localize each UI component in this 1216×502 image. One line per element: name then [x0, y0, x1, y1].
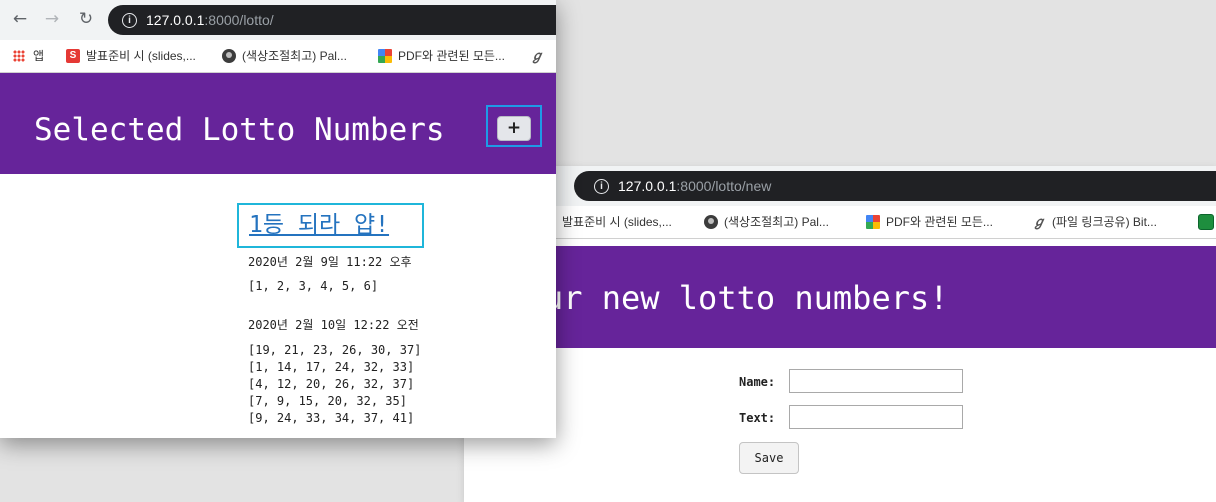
- post-title-highlight: 1등 되라 얍!: [237, 203, 424, 248]
- address-bar: ← → ↻ i 127.0.0.1:8000/lotto/: [0, 0, 556, 40]
- extension-icon: [1198, 213, 1214, 230]
- bookmark-link-share[interactable]: ℊ (파일 링크공유) Bit...: [1032, 213, 1157, 230]
- pdf-tools-icon: [866, 214, 880, 229]
- entry-date: 2020년 2월 9일 11:22 오후: [248, 255, 412, 269]
- number-list: [1, 2, 3, 4, 5, 6]: [248, 278, 378, 295]
- bookmark-label: (색상조절최고) Pal...: [724, 215, 829, 229]
- back-arrow-icon[interactable]: ←: [10, 9, 30, 29]
- add-button-highlight: +: [486, 105, 542, 147]
- bookmark-label: (색상조절최고) Pal...: [242, 49, 347, 63]
- page-header: Selected Lotto Numbers +: [0, 73, 556, 174]
- s-logo-icon: S: [66, 48, 80, 63]
- number-row: [1, 14, 17, 24, 32, 33]: [248, 360, 415, 374]
- url-field[interactable]: i 127.0.0.1:8000/lotto/: [108, 5, 556, 35]
- bookmark-label: 앱: [33, 49, 45, 63]
- number-row: [4, 12, 20, 26, 32, 37]: [248, 377, 415, 391]
- bookmark-palette[interactable]: (색상조절최고) Pal...: [704, 214, 829, 230]
- forward-arrow-icon[interactable]: →: [42, 9, 62, 29]
- bookmark-slides[interactable]: 발표준비 시 (slides,...: [562, 214, 672, 230]
- bookmark-label: PDF와 관련된 모든...: [398, 49, 505, 63]
- bitly-icon: ℊ: [1032, 213, 1046, 229]
- bookmarks-bar: 발표준비 시 (slides,... (색상조절최고) Pal... PDF와 …: [464, 206, 1216, 239]
- add-post-button[interactable]: +: [497, 116, 531, 141]
- page-header: Generate your new lotto numbers!: [464, 246, 1216, 348]
- palette-icon: [222, 48, 236, 63]
- bookmark-pdf[interactable]: PDF와 관련된 모든...: [378, 48, 505, 64]
- text-input[interactable]: [789, 405, 963, 429]
- post-title-link[interactable]: 1등 되라 얍!: [249, 210, 389, 240]
- text-label: Text:: [739, 411, 776, 425]
- url-host: 127.0.0.1: [618, 178, 677, 194]
- url-path: :8000/lotto/: [204, 12, 274, 28]
- palette-icon: [704, 214, 718, 229]
- url-host: 127.0.0.1: [146, 12, 205, 28]
- bookmark-label: (파일 링크공유) Bit...: [1052, 215, 1157, 229]
- name-input[interactable]: [789, 369, 963, 393]
- save-button[interactable]: Save: [739, 442, 799, 474]
- bookmark-apps[interactable]: 앱: [13, 48, 44, 64]
- page-title: Selected Lotto Numbers: [34, 112, 445, 148]
- apps-grid-icon: [13, 49, 25, 62]
- url-field[interactable]: i 127.0.0.1:8000/lotto/new: [574, 171, 1216, 201]
- reload-icon[interactable]: ↻: [76, 9, 96, 29]
- browser-window-lotto-new: i 127.0.0.1:8000/lotto/new 발표준비 시 (slides…: [464, 166, 1216, 502]
- bookmark-label: 발표준비 시 (slides,...: [86, 49, 196, 63]
- pdf-tools-icon: [378, 48, 392, 63]
- url-path: :8000/lotto/new: [676, 178, 772, 194]
- name-label: Name:: [739, 375, 776, 389]
- bookmark-label: 발표준비 시 (slides,...: [562, 215, 672, 229]
- bookmark-bitly[interactable]: ℊ: [530, 48, 550, 64]
- number-row: [19, 21, 23, 26, 30, 37]: [248, 343, 422, 357]
- bookmark-extension[interactable]: [1198, 213, 1216, 230]
- number-row: [1, 2, 3, 4, 5, 6]: [248, 279, 379, 293]
- bookmark-pdf[interactable]: PDF와 관련된 모든...: [866, 214, 993, 230]
- bookmarks-bar: 앱 S 발표준비 시 (slides,... (색상조절최고) Pal... PD…: [0, 40, 556, 73]
- number-row: [7, 9, 15, 20, 32, 35]: [248, 394, 407, 408]
- bookmark-label: PDF와 관련된 모든...: [886, 215, 993, 229]
- bookmark-palette[interactable]: (색상조절최고) Pal...: [222, 48, 347, 64]
- bookmark-slides[interactable]: S 발표준비 시 (slides,...: [66, 48, 196, 64]
- number-list: [19, 21, 23, 26, 30, 37] [1, 14, 17, 24,…: [248, 342, 421, 427]
- info-icon[interactable]: i: [594, 178, 609, 194]
- info-icon[interactable]: i: [122, 12, 137, 28]
- browser-window-lotto-list: ← → ↻ i 127.0.0.1:8000/lotto/ 앱 S 발표준비 시 (…: [0, 0, 556, 438]
- address-bar: i 127.0.0.1:8000/lotto/new: [464, 166, 1216, 206]
- number-row: [9, 24, 33, 34, 37, 41]: [248, 411, 415, 425]
- entry-date: 2020년 2월 10일 12:22 오전: [248, 318, 419, 332]
- bitly-icon: ℊ: [530, 47, 544, 63]
